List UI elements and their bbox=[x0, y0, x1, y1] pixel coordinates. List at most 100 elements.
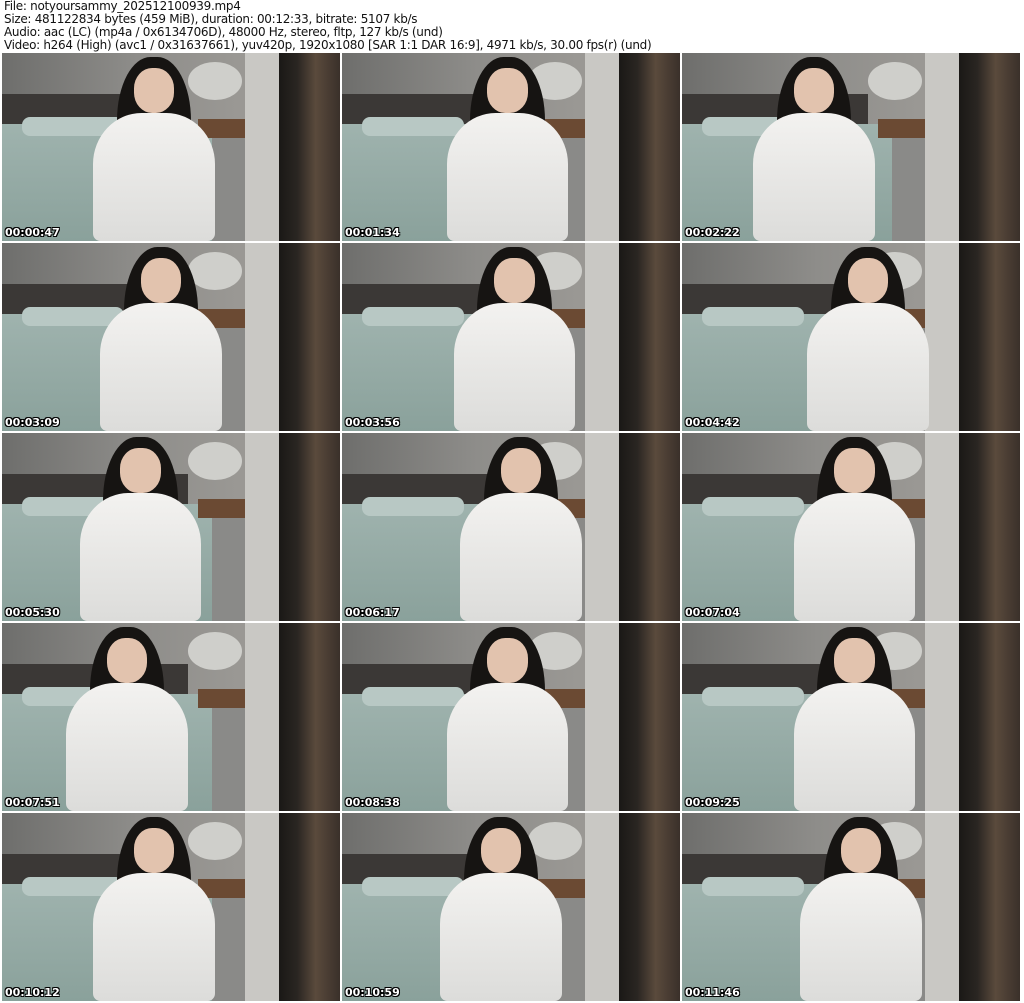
timestamp-label: 00:00:47 bbox=[5, 226, 60, 239]
video-thumbnail: 00:03:56 bbox=[342, 243, 680, 431]
wall-lamp bbox=[187, 62, 242, 100]
person-shirt bbox=[807, 303, 929, 431]
wall-lamp bbox=[867, 62, 922, 100]
person-face bbox=[834, 448, 875, 494]
video-thumbnail: 00:10:12 bbox=[2, 813, 340, 1001]
person-shirt bbox=[446, 113, 569, 241]
timestamp-label: 00:07:04 bbox=[685, 606, 740, 619]
side-wall bbox=[925, 53, 960, 241]
person-face bbox=[500, 448, 542, 494]
video-thumbnail: 00:04:42 bbox=[682, 243, 1020, 431]
person-shirt bbox=[800, 873, 922, 1001]
side-wall bbox=[585, 243, 620, 431]
door bbox=[959, 433, 1020, 621]
person-face bbox=[140, 258, 182, 304]
video-thumbnail: 00:06:17 bbox=[342, 433, 680, 621]
person-shirt bbox=[66, 683, 188, 811]
door bbox=[619, 243, 680, 431]
person-shirt bbox=[440, 873, 562, 1001]
timestamp-label: 00:03:09 bbox=[5, 416, 60, 429]
timestamp-label: 00:01:34 bbox=[345, 226, 400, 239]
video-thumbnail: 00:00:47 bbox=[2, 53, 340, 241]
door bbox=[619, 433, 680, 621]
wall-lamp bbox=[187, 252, 242, 290]
person-shirt bbox=[793, 493, 916, 621]
person-face bbox=[793, 68, 835, 114]
door bbox=[279, 623, 340, 811]
wall-lamp bbox=[527, 822, 582, 860]
timestamp-label: 00:06:17 bbox=[345, 606, 400, 619]
pillow bbox=[702, 686, 804, 706]
side-wall bbox=[245, 53, 280, 241]
wall-lamp bbox=[187, 442, 242, 480]
door bbox=[959, 813, 1020, 1001]
door bbox=[279, 53, 340, 241]
person-shirt bbox=[752, 113, 875, 241]
side-wall bbox=[585, 813, 620, 1001]
video-thumbnail: 00:08:38 bbox=[342, 623, 680, 811]
pillow bbox=[362, 496, 464, 516]
door bbox=[619, 813, 680, 1001]
person-face bbox=[834, 638, 875, 684]
side-wall bbox=[585, 53, 620, 241]
door bbox=[279, 433, 340, 621]
person-face bbox=[840, 828, 882, 874]
timestamp-label: 00:03:56 bbox=[345, 416, 400, 429]
person-face bbox=[133, 68, 175, 114]
person-face bbox=[480, 828, 522, 874]
person-shirt bbox=[93, 873, 215, 1001]
door bbox=[959, 623, 1020, 811]
person-shirt bbox=[453, 303, 576, 431]
timestamp-label: 00:11:46 bbox=[685, 986, 740, 999]
side-wall bbox=[245, 813, 280, 1001]
thumbnail-grid: 00:00:47 00:01:34 00:02:22 00:03:09 00:03:56… bbox=[2, 53, 1020, 1001]
video-thumbnail: 00:11:46 bbox=[682, 813, 1020, 1001]
timestamp-label: 00:09:25 bbox=[685, 796, 740, 809]
person-shirt bbox=[446, 683, 569, 811]
side-wall bbox=[245, 243, 280, 431]
person-shirt bbox=[100, 303, 222, 431]
pillow bbox=[702, 496, 804, 516]
door bbox=[619, 623, 680, 811]
side-wall bbox=[925, 243, 960, 431]
video-thumbnail: 00:05:30 bbox=[2, 433, 340, 621]
wall-lamp bbox=[187, 632, 242, 670]
timestamp-label: 00:04:42 bbox=[685, 416, 740, 429]
side-wall bbox=[245, 623, 280, 811]
nightstand bbox=[198, 498, 246, 518]
file-info-header: File: notyoursammy_202512100939.mp4 Size… bbox=[4, 0, 652, 52]
person-shirt bbox=[93, 113, 215, 241]
person-shirt bbox=[79, 493, 202, 621]
wall-lamp bbox=[187, 822, 242, 860]
video-thumbnail: 00:01:34 bbox=[342, 53, 680, 241]
pillow bbox=[702, 876, 804, 896]
door bbox=[619, 53, 680, 241]
side-wall bbox=[585, 433, 620, 621]
person-face bbox=[120, 448, 161, 494]
person-face bbox=[847, 258, 889, 304]
timestamp-label: 00:02:22 bbox=[685, 226, 740, 239]
video-thumbnail: 00:10:59 bbox=[342, 813, 680, 1001]
video-info: Video: h264 (High) (avc1 / 0x31637661), … bbox=[4, 38, 652, 52]
timestamp-label: 00:10:59 bbox=[345, 986, 400, 999]
person-face bbox=[487, 638, 528, 684]
door bbox=[279, 813, 340, 1001]
nightstand bbox=[198, 688, 246, 708]
nightstand bbox=[878, 118, 926, 138]
video-thumbnail: 00:07:04 bbox=[682, 433, 1020, 621]
timestamp-label: 00:08:38 bbox=[345, 796, 400, 809]
door bbox=[279, 243, 340, 431]
video-thumbnail: 00:07:51 bbox=[2, 623, 340, 811]
side-wall bbox=[925, 433, 960, 621]
door bbox=[959, 243, 1020, 431]
pillow bbox=[362, 686, 464, 706]
person-face bbox=[106, 638, 148, 684]
video-thumbnail: 00:09:25 bbox=[682, 623, 1020, 811]
person-shirt bbox=[793, 683, 916, 811]
door bbox=[959, 53, 1020, 241]
video-thumbnail: 00:02:22 bbox=[682, 53, 1020, 241]
side-wall bbox=[925, 623, 960, 811]
side-wall bbox=[925, 813, 960, 1001]
side-wall bbox=[245, 433, 280, 621]
timestamp-label: 00:07:51 bbox=[5, 796, 60, 809]
